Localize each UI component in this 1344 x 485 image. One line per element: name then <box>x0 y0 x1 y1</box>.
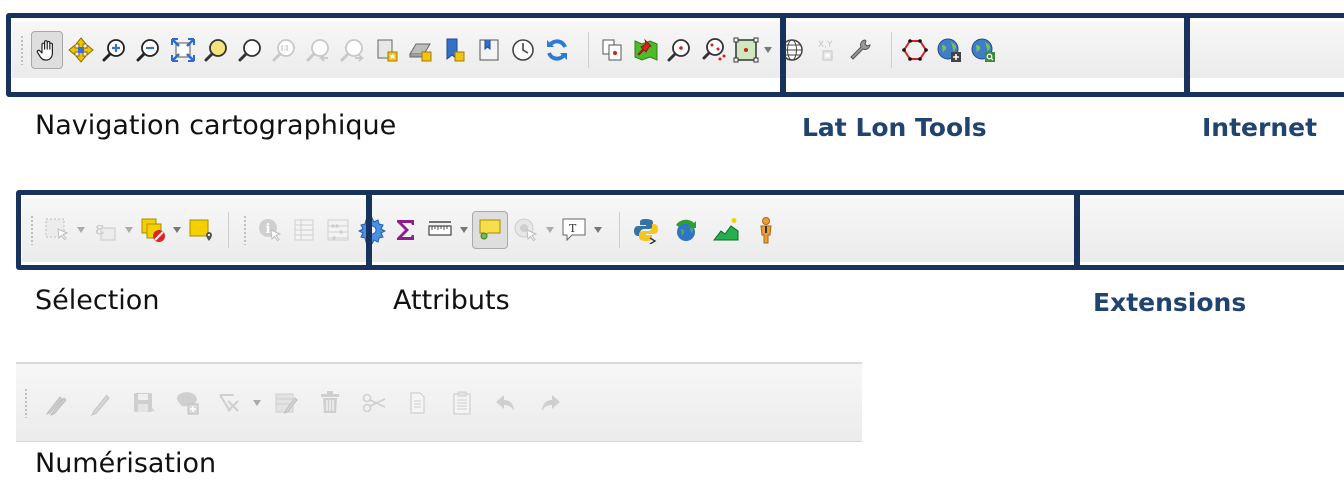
edit-table-icon <box>275 393 298 414</box>
scissors-icon <box>362 393 386 412</box>
attributs-frame <box>366 190 1080 270</box>
redo-icon <box>542 394 560 411</box>
cut-features-button[interactable] <box>352 383 396 423</box>
section-title-selection: Sélection <box>35 285 160 316</box>
section-title-latlon: Lat Lon Tools <box>802 113 987 142</box>
modify-attributes-button[interactable] <box>264 383 308 423</box>
clipboard-icon <box>453 391 471 415</box>
pencil-icon <box>90 394 110 416</box>
chevron-down-icon <box>253 399 261 406</box>
vertex-tool-button[interactable] <box>210 383 250 423</box>
vertex-tool-dropdown[interactable] <box>250 383 264 423</box>
undo-icon <box>496 394 514 411</box>
internet-frame <box>1184 13 1344 97</box>
section-title-internet: Internet <box>1202 113 1318 142</box>
navigation-frame <box>6 13 786 97</box>
current-edits-button[interactable] <box>34 383 78 423</box>
copy-icon <box>410 391 425 414</box>
section-title-navigation: Navigation cartographique <box>35 110 397 141</box>
section-title-numerisation: Numérisation <box>35 448 217 479</box>
trash-icon <box>321 390 339 413</box>
undo-button[interactable] <box>484 383 528 423</box>
toggle-editing-button[interactable] <box>78 383 122 423</box>
pencils-icon <box>45 395 67 416</box>
extensions-frame <box>1074 190 1344 270</box>
digitizing-toolbar <box>16 362 862 442</box>
paste-features-button[interactable] <box>440 383 484 423</box>
section-title-extensions: Extensions <box>1093 288 1247 317</box>
section-title-attributs: Attributs <box>393 285 510 316</box>
save-icon <box>134 392 155 412</box>
delete-selected-button[interactable] <box>308 383 352 423</box>
toolbar-grip[interactable] <box>24 387 28 418</box>
copy-features-button[interactable] <box>396 383 440 423</box>
redo-button[interactable] <box>528 383 572 423</box>
save-edits-button[interactable] <box>122 383 166 423</box>
vertex-tool-icon <box>219 393 239 412</box>
add-feature-button[interactable] <box>166 383 210 423</box>
selection-frame <box>16 190 372 270</box>
latlon-frame <box>780 13 1190 97</box>
add-polygon-icon <box>177 391 199 414</box>
